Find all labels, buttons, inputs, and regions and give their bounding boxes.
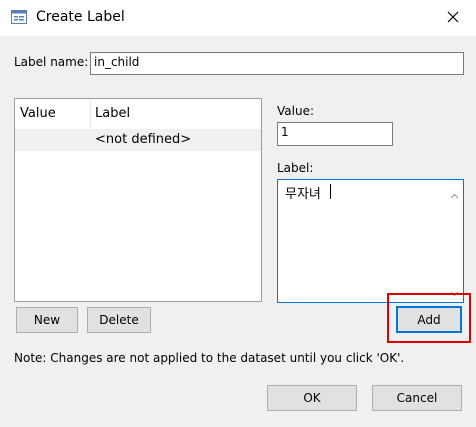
delete-button[interactable]: Delete [87, 307, 151, 333]
labels-table[interactable]: Value Label <not defined> [14, 98, 262, 302]
label-name-input[interactable]: in_child [90, 52, 464, 75]
label-window-icon [11, 10, 27, 24]
value-caption: Value: [277, 104, 314, 118]
label-textarea-value: 무자녀 [285, 187, 321, 202]
window-title: Create Label [36, 9, 125, 25]
value-input-value: 1 [281, 125, 289, 139]
text-caret [330, 184, 331, 199]
label-textarea[interactable]: 무자녀 [277, 179, 464, 303]
close-button[interactable] [430, 0, 476, 36]
table-cell-label: <not defined> [95, 132, 192, 147]
note-text: Note: Changes are not applied to the dat… [14, 351, 405, 365]
table-header: Value Label [15, 99, 261, 130]
new-button[interactable]: New [16, 307, 78, 333]
value-input[interactable]: 1 [277, 122, 393, 146]
textarea-scrollbar[interactable] [446, 180, 463, 302]
label-name-caption: Label name: [14, 55, 89, 69]
scroll-up-icon[interactable] [450, 190, 459, 199]
column-header-label[interactable]: Label [95, 106, 130, 121]
label-caption: Label: [277, 161, 314, 175]
title-bar: Create Label [0, 0, 476, 36]
cancel-button[interactable]: Cancel [372, 385, 462, 411]
close-icon [447, 11, 459, 26]
highlight-box [387, 293, 471, 343]
ok-button[interactable]: OK [267, 385, 357, 411]
column-header-value[interactable]: Value [20, 106, 56, 121]
table-row[interactable]: <not defined> [15, 129, 261, 151]
column-divider[interactable] [90, 101, 91, 127]
label-name-value: in_child [94, 55, 140, 69]
